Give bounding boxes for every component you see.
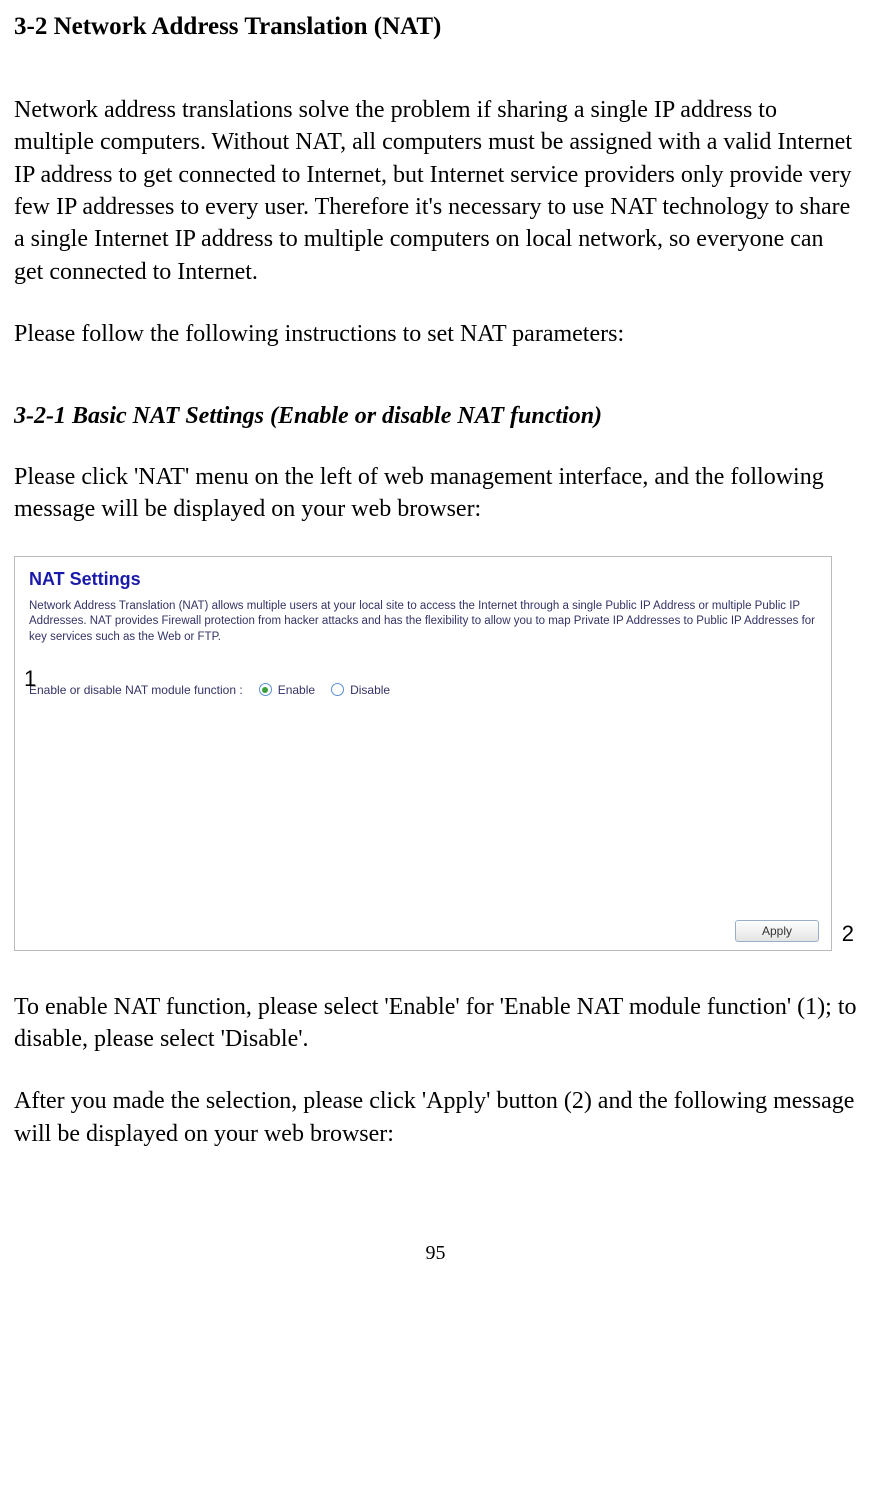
- apply-button[interactable]: Apply: [735, 920, 819, 942]
- radio-enable-group[interactable]: Enable: [259, 682, 315, 698]
- radio-disable-group[interactable]: Disable: [331, 682, 390, 698]
- nat-enable-row: Enable or disable NAT module function : …: [29, 682, 817, 698]
- section-para-2: Please follow the following instructions…: [14, 318, 857, 350]
- nat-settings-panel: NAT Settings Network Address Translation…: [14, 556, 832, 951]
- section-para-1: Network address translations solve the p…: [14, 94, 857, 288]
- radio-disable-label: Disable: [350, 682, 390, 698]
- subsection-title: 3-2-1 Basic NAT Settings (Enable or disa…: [14, 400, 857, 432]
- radio-disable-icon[interactable]: [331, 683, 344, 696]
- nat-enable-label: Enable or disable NAT module function :: [29, 682, 243, 698]
- after-para-2: After you made the selection, please cli…: [14, 1085, 857, 1150]
- radio-enable-label: Enable: [278, 682, 315, 698]
- panel-description: Network Address Translation (NAT) allows…: [29, 599, 817, 646]
- panel-title: NAT Settings: [29, 567, 817, 591]
- section-title: 3-2 Network Address Translation (NAT): [14, 10, 857, 44]
- after-para-1: To enable NAT function, please select 'E…: [14, 991, 857, 1056]
- page-number: 95: [14, 1240, 857, 1287]
- callout-2: 2: [842, 919, 854, 949]
- subsection-para-1: Please click 'NAT' menu on the left of w…: [14, 461, 857, 526]
- screenshot-container: NAT Settings Network Address Translation…: [14, 556, 854, 951]
- callout-1: 1: [24, 664, 36, 694]
- radio-enable-icon[interactable]: [259, 683, 272, 696]
